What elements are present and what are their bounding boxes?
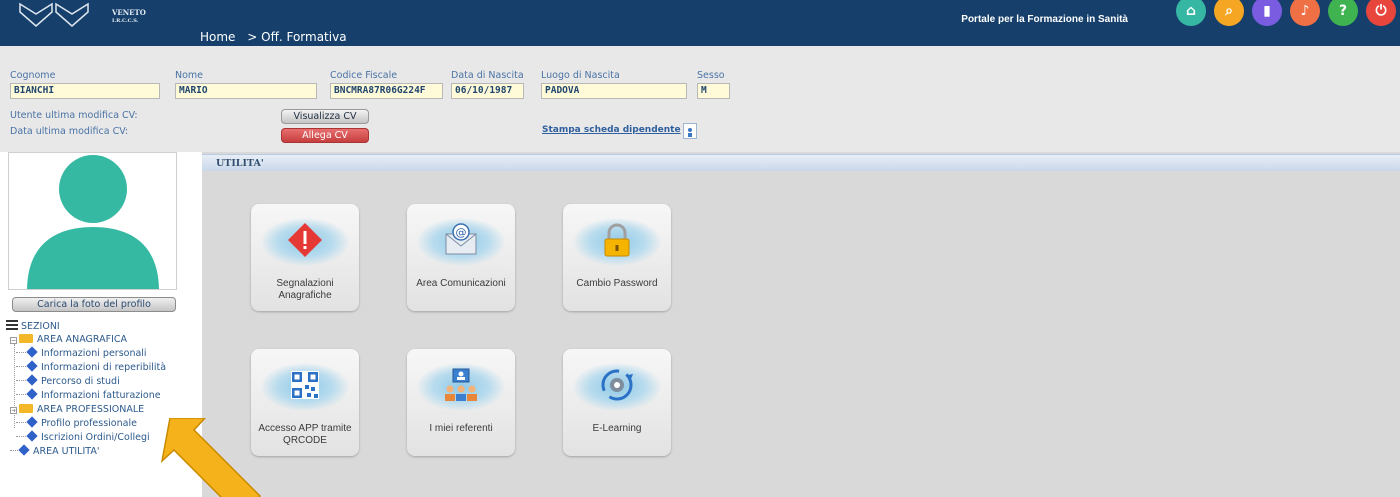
- tree-item-fatturazione[interactable]: Informazioni fatturazione: [16, 388, 161, 401]
- diamond-icon: [26, 416, 38, 428]
- people-icon: [445, 368, 477, 401]
- diamond-icon: [26, 374, 38, 386]
- visualizza-cv-button[interactable]: Visualizza CV: [281, 109, 369, 124]
- tree-line: [14, 344, 15, 428]
- avatar-placeholder-icon: [27, 155, 159, 289]
- card-label: E-Learning: [592, 423, 642, 434]
- tree-item-label: Informazioni di reperibilità: [41, 362, 167, 373]
- folder-icon: [19, 334, 33, 343]
- nascita-field[interactable]: 06/10/1987: [451, 83, 524, 99]
- diamond-icon: [26, 346, 38, 358]
- allega-cv-button[interactable]: Allega CV: [281, 128, 369, 143]
- cf-field-group: Codice Fiscale BNCMRA87R06G224F: [330, 70, 443, 99]
- diamond-icon: [26, 430, 38, 442]
- luogo-label: Luogo di Nascita: [541, 70, 620, 81]
- breadcrumb: Home > Off. Formativa: [200, 30, 355, 44]
- svg-text:@: @: [456, 226, 467, 239]
- diamond-icon: [26, 388, 38, 400]
- tree-item-percorso-studi[interactable]: Percorso di studi: [16, 374, 120, 387]
- section-title: UTILITA': [216, 158, 264, 169]
- stampa-scheda-link[interactable]: Stampa scheda dipendente: [542, 125, 681, 135]
- collapse-icon[interactable]: −: [10, 337, 17, 344]
- elearning-icon: [601, 369, 633, 401]
- qrcode-icon: [291, 371, 319, 399]
- tree-item-label: Percorso di studi: [41, 376, 120, 387]
- breadcrumb-home[interactable]: Home: [200, 30, 235, 44]
- print-person-icon[interactable]: [683, 123, 697, 139]
- card-comunicazioni[interactable]: @ Area Comunicazioni: [407, 204, 515, 311]
- bell-icon[interactable]: ♪: [1290, 0, 1320, 26]
- luogo-field-group: Luogo di Nascita PADOVA: [541, 70, 687, 99]
- luogo-field[interactable]: PADOVA: [541, 83, 687, 99]
- warning-icon: [288, 223, 322, 257]
- diamond-icon: [26, 360, 38, 372]
- tree-area-anagrafica-label: AREA ANAGRAFICA: [37, 334, 128, 345]
- tree-item-label: Profilo professionale: [41, 418, 137, 429]
- upload-photo-button[interactable]: Carica la foto del profilo: [12, 297, 176, 312]
- card-referenti[interactable]: I miei referenti: [407, 349, 515, 456]
- card-label: I miei referenti: [429, 423, 493, 434]
- tree-item-reperibilita[interactable]: Informazioni di reperibilità: [16, 360, 167, 373]
- tree-area-professionale-label: AREA PROFESSIONALE: [37, 404, 145, 415]
- app-window: VENETO I.R.C.C.S. Home > Off. Formativa …: [0, 0, 1400, 497]
- sesso-field-group: Sesso M: [697, 70, 730, 99]
- breadcrumb-offerta[interactable]: > Off. Formativa: [247, 30, 346, 44]
- data-modifica-label: Data ultima modifica CV:: [10, 126, 129, 137]
- logo-line2: I.R.C.C.S.: [112, 18, 139, 24]
- card-cambio-password[interactable]: Cambio Password: [563, 204, 671, 311]
- cf-label: Codice Fiscale: [330, 70, 398, 81]
- portal-title: Portale per la Formazione in Sanità: [961, 14, 1128, 25]
- section-header: UTILITA': [202, 154, 1400, 171]
- tree-item-profilo-professionale[interactable]: Profilo professionale: [16, 416, 137, 429]
- menu-icon: [6, 320, 18, 330]
- tree-area-utilita-label: AREA UTILITA': [33, 446, 100, 457]
- profile-photo: [8, 152, 177, 290]
- cf-field[interactable]: BNCMRA87R06G224F: [330, 83, 443, 99]
- tree-sezioni[interactable]: SEZIONI: [6, 320, 60, 332]
- tree-item-label: Iscrizioni Ordini/Collegi: [41, 432, 150, 443]
- help-icon[interactable]: ?: [1328, 0, 1358, 26]
- card-elearning[interactable]: E-Learning: [563, 349, 671, 456]
- logo-text: VENETO I.R.C.C.S.: [112, 9, 146, 25]
- tree-sezioni-label: SEZIONI: [21, 321, 60, 332]
- lock-icon: [604, 223, 630, 257]
- diamond-icon: [18, 444, 30, 456]
- header-icon-bar: ⌂ ⌕ ▮ ♪? ⏻: [1176, 0, 1400, 30]
- institute-logo[interactable]: [18, 0, 90, 34]
- top-header: VENETO I.R.C.C.S. Home > Off. Formativa …: [0, 0, 1400, 46]
- email-icon: @: [445, 223, 477, 255]
- chat-icon[interactable]: ▮: [1252, 0, 1282, 26]
- tree-area-utilita[interactable]: AREA UTILITA': [10, 444, 100, 457]
- tree-item-label: Informazioni fatturazione: [41, 390, 161, 401]
- nome-field-group: Nome MARIO: [175, 70, 317, 99]
- card-label: Area Comunicazioni: [416, 278, 506, 289]
- nascita-field-group: Data di Nascita 06/10/1987: [451, 70, 524, 99]
- collapse-icon[interactable]: −: [10, 407, 17, 414]
- home-icon[interactable]: ⌂: [1176, 0, 1206, 26]
- tree-item-iscrizioni-ordini[interactable]: Iscrizioni Ordini/Collegi: [16, 430, 150, 443]
- tree-area-professionale[interactable]: − AREA PROFESSIONALE: [10, 404, 144, 415]
- tree-item-label: Informazioni personali: [41, 348, 147, 359]
- cognome-label: Cognome: [10, 70, 56, 81]
- tree-item-informazioni-personali[interactable]: Informazioni personali: [16, 346, 147, 359]
- sesso-field[interactable]: M: [697, 83, 730, 99]
- folder-icon: [19, 404, 33, 413]
- logo-line1: VENETO: [112, 8, 146, 17]
- power-icon[interactable]: ⏻: [1366, 0, 1396, 26]
- cognome-field[interactable]: BIANCHI: [10, 83, 160, 99]
- user-info-bar: Cognome BIANCHI Nome MARIO Codice Fiscal…: [0, 46, 1400, 152]
- cognome-field-group: Cognome BIANCHI: [10, 70, 160, 99]
- card-label: Cambio Password: [576, 278, 658, 289]
- tree-area-anagrafica[interactable]: − AREA ANAGRAFICA: [10, 334, 127, 345]
- card-segnalazioni[interactable]: Segnalazioni Anagrafiche: [251, 204, 359, 311]
- card-label: Segnalazioni Anagrafiche: [276, 278, 334, 301]
- search-doc-icon[interactable]: ⌕: [1214, 0, 1244, 26]
- main-content: UTILITA' Segnalazioni Anagrafiche @ Area…: [202, 152, 1400, 497]
- nascita-label: Data di Nascita: [451, 70, 524, 81]
- sesso-label: Sesso: [697, 70, 725, 81]
- annotation-arrow: [160, 418, 262, 497]
- nome-label: Nome: [175, 70, 204, 81]
- nome-field[interactable]: MARIO: [175, 83, 317, 99]
- utente-modifica-label: Utente ultima modifica CV:: [10, 110, 138, 121]
